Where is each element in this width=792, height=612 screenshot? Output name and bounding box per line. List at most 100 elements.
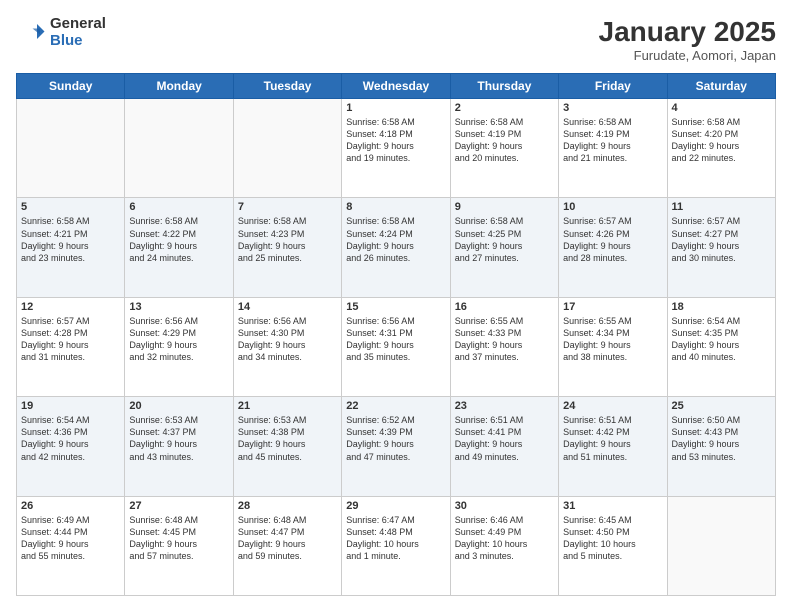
day-number: 30: [455, 500, 554, 512]
logo-general-text: General: [50, 16, 106, 33]
day-info: Sunrise: 6:52 AM Sunset: 4:39 PM Dayligh…: [346, 414, 445, 463]
calendar-cell: 11 Sunrise: 6:57 AM Sunset: 4:27 PM Dayli…: [667, 198, 775, 297]
calendar-cell: 15 Sunrise: 6:56 AM Sunset: 4:31 PM Dayli…: [342, 297, 450, 396]
col-monday: Monday: [125, 74, 233, 99]
day-number: 19: [21, 400, 120, 412]
col-saturday: Saturday: [667, 74, 775, 99]
calendar-header-row: Sunday Monday Tuesday Wednesday Thursday…: [17, 74, 776, 99]
calendar-cell: 5 Sunrise: 6:58 AM Sunset: 4:21 PM Daylig…: [17, 198, 125, 297]
day-number: 3: [563, 102, 662, 114]
day-number: 2: [455, 102, 554, 114]
day-info: Sunrise: 6:53 AM Sunset: 4:38 PM Dayligh…: [238, 414, 337, 463]
day-info: Sunrise: 6:56 AM Sunset: 4:30 PM Dayligh…: [238, 315, 337, 364]
calendar-cell: [17, 99, 125, 198]
calendar-cell: 20 Sunrise: 6:53 AM Sunset: 4:37 PM Dayli…: [125, 397, 233, 496]
day-info: Sunrise: 6:55 AM Sunset: 4:33 PM Dayligh…: [455, 315, 554, 364]
day-info: Sunrise: 6:51 AM Sunset: 4:42 PM Dayligh…: [563, 414, 662, 463]
calendar-cell: 27Sunrise: 6:48 AM Sunset: 4:45 PM Dayli…: [125, 496, 233, 595]
day-number: 23: [455, 400, 554, 412]
day-number: 24: [563, 400, 662, 412]
calendar-cell: 19 Sunrise: 6:54 AM Sunset: 4:36 PM Dayli…: [17, 397, 125, 496]
location: Furudate, Aomori, Japan: [599, 48, 776, 63]
day-info: Sunrise: 6:58 AM Sunset: 4:20 PM Dayligh…: [672, 116, 771, 165]
day-info: Sunrise: 6:54 AM Sunset: 4:36 PM Dayligh…: [21, 414, 120, 463]
day-number: 20: [129, 400, 228, 412]
day-number: 7: [238, 201, 337, 213]
day-number: 9: [455, 201, 554, 213]
day-info: Sunrise: 6:58 AM Sunset: 4:25 PM Dayligh…: [455, 215, 554, 264]
calendar-cell: 6 Sunrise: 6:58 AM Sunset: 4:22 PM Daylig…: [125, 198, 233, 297]
calendar-week-row-5: 26Sunrise: 6:49 AM Sunset: 4:44 PM Dayli…: [17, 496, 776, 595]
day-number: 5: [21, 201, 120, 213]
calendar-cell: 8 Sunrise: 6:58 AM Sunset: 4:24 PM Daylig…: [342, 198, 450, 297]
day-number: 31: [563, 500, 662, 512]
logo: General Blue: [16, 16, 106, 49]
calendar-cell: 25 Sunrise: 6:50 AM Sunset: 4:43 PM Dayli…: [667, 397, 775, 496]
day-number: 12: [21, 301, 120, 313]
day-number: 22: [346, 400, 445, 412]
col-tuesday: Tuesday: [233, 74, 341, 99]
day-number: 8: [346, 201, 445, 213]
day-info: Sunrise: 6:48 AM Sunset: 4:45 PM Dayligh…: [129, 514, 228, 563]
day-info: Sunrise: 6:58 AM Sunset: 4:23 PM Dayligh…: [238, 215, 337, 264]
calendar-cell: 12Sunrise: 6:57 AM Sunset: 4:28 PM Dayli…: [17, 297, 125, 396]
calendar-cell: 22 Sunrise: 6:52 AM Sunset: 4:39 PM Dayli…: [342, 397, 450, 496]
calendar-cell: 10Sunrise: 6:57 AM Sunset: 4:26 PM Dayli…: [559, 198, 667, 297]
day-number: 13: [129, 301, 228, 313]
calendar-cell: 3 Sunrise: 6:58 AM Sunset: 4:19 PM Daylig…: [559, 99, 667, 198]
calendar-week-row-3: 12Sunrise: 6:57 AM Sunset: 4:28 PM Dayli…: [17, 297, 776, 396]
calendar-cell: 1Sunrise: 6:58 AM Sunset: 4:18 PM Daylig…: [342, 99, 450, 198]
calendar-cell: [233, 99, 341, 198]
day-info: Sunrise: 6:47 AM Sunset: 4:48 PM Dayligh…: [346, 514, 445, 563]
calendar-week-row-4: 19 Sunrise: 6:54 AM Sunset: 4:36 PM Dayli…: [17, 397, 776, 496]
calendar-cell: 7 Sunrise: 6:58 AM Sunset: 4:23 PM Daylig…: [233, 198, 341, 297]
day-info: Sunrise: 6:58 AM Sunset: 4:22 PM Dayligh…: [129, 215, 228, 264]
day-info: Sunrise: 6:58 AM Sunset: 4:19 PM Dayligh…: [563, 116, 662, 165]
calendar-cell: 4Sunrise: 6:58 AM Sunset: 4:20 PM Daylig…: [667, 99, 775, 198]
day-info: Sunrise: 6:55 AM Sunset: 4:34 PM Dayligh…: [563, 315, 662, 364]
calendar-cell: 9 Sunrise: 6:58 AM Sunset: 4:25 PM Daylig…: [450, 198, 558, 297]
day-info: Sunrise: 6:51 AM Sunset: 4:41 PM Dayligh…: [455, 414, 554, 463]
calendar-cell: [667, 496, 775, 595]
day-number: 14: [238, 301, 337, 313]
day-info: Sunrise: 6:58 AM Sunset: 4:24 PM Dayligh…: [346, 215, 445, 264]
calendar-week-row-1: 1Sunrise: 6:58 AM Sunset: 4:18 PM Daylig…: [17, 99, 776, 198]
day-number: 21: [238, 400, 337, 412]
day-number: 6: [129, 201, 228, 213]
day-number: 1: [346, 102, 445, 114]
day-info: Sunrise: 6:53 AM Sunset: 4:37 PM Dayligh…: [129, 414, 228, 463]
day-info: Sunrise: 6:56 AM Sunset: 4:31 PM Dayligh…: [346, 315, 445, 364]
calendar-table: Sunday Monday Tuesday Wednesday Thursday…: [16, 73, 776, 596]
day-number: 11: [672, 201, 771, 213]
day-info: Sunrise: 6:54 AM Sunset: 4:35 PM Dayligh…: [672, 315, 771, 364]
day-number: 18: [672, 301, 771, 313]
day-info: Sunrise: 6:50 AM Sunset: 4:43 PM Dayligh…: [672, 414, 771, 463]
col-friday: Friday: [559, 74, 667, 99]
day-info: Sunrise: 6:46 AM Sunset: 4:49 PM Dayligh…: [455, 514, 554, 563]
day-info: Sunrise: 6:48 AM Sunset: 4:47 PM Dayligh…: [238, 514, 337, 563]
calendar-cell: 23 Sunrise: 6:51 AM Sunset: 4:41 PM Dayli…: [450, 397, 558, 496]
logo-icon: [16, 18, 46, 48]
day-number: 15: [346, 301, 445, 313]
header: General Blue January 2025 Furudate, Aomo…: [16, 16, 776, 63]
day-info: Sunrise: 6:57 AM Sunset: 4:27 PM Dayligh…: [672, 215, 771, 264]
calendar-cell: [125, 99, 233, 198]
day-number: 10: [563, 201, 662, 213]
day-number: 16: [455, 301, 554, 313]
calendar-cell: 31 Sunrise: 6:45 AM Sunset: 4:50 PM Dayli…: [559, 496, 667, 595]
day-info: Sunrise: 6:58 AM Sunset: 4:21 PM Dayligh…: [21, 215, 120, 264]
calendar-cell: 17Sunrise: 6:55 AM Sunset: 4:34 PM Dayli…: [559, 297, 667, 396]
page: General Blue January 2025 Furudate, Aomo…: [0, 0, 792, 612]
day-info: Sunrise: 6:45 AM Sunset: 4:50 PM Dayligh…: [563, 514, 662, 563]
col-thursday: Thursday: [450, 74, 558, 99]
calendar-cell: 14 Sunrise: 6:56 AM Sunset: 4:30 PM Dayli…: [233, 297, 341, 396]
day-info: Sunrise: 6:56 AM Sunset: 4:29 PM Dayligh…: [129, 315, 228, 364]
calendar-cell: 18 Sunrise: 6:54 AM Sunset: 4:35 PM Dayli…: [667, 297, 775, 396]
calendar-cell: 2Sunrise: 6:58 AM Sunset: 4:19 PM Daylig…: [450, 99, 558, 198]
title-block: January 2025 Furudate, Aomori, Japan: [599, 16, 776, 63]
calendar-week-row-2: 5 Sunrise: 6:58 AM Sunset: 4:21 PM Daylig…: [17, 198, 776, 297]
col-sunday: Sunday: [17, 74, 125, 99]
calendar-cell: 29Sunrise: 6:47 AM Sunset: 4:48 PM Dayli…: [342, 496, 450, 595]
day-number: 25: [672, 400, 771, 412]
logo-blue-text: Blue: [50, 33, 106, 50]
